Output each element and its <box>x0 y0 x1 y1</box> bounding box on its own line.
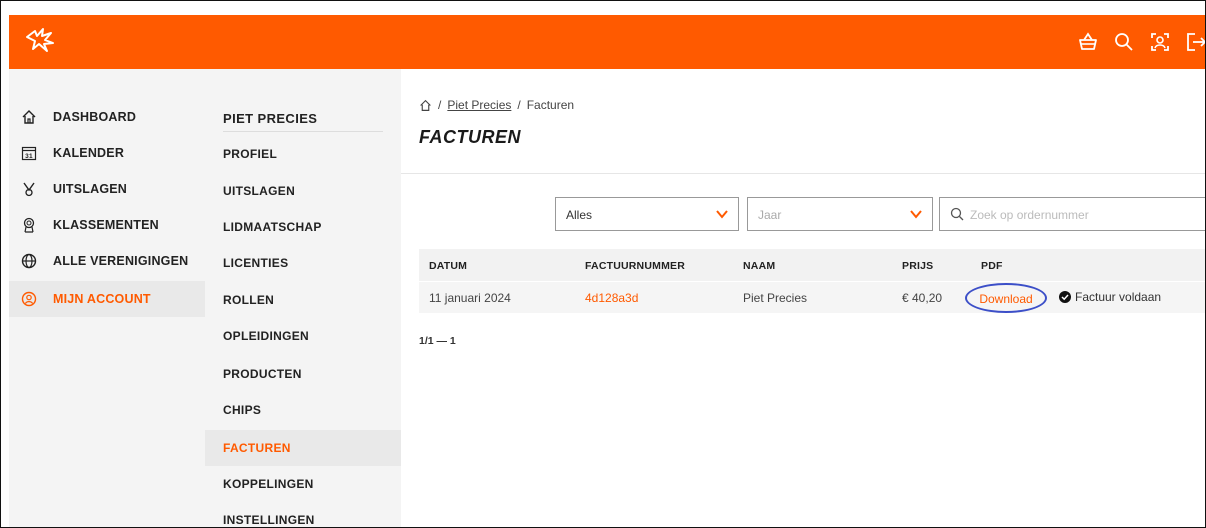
breadcrumb-current: Facturen <box>526 98 575 112</box>
nav-item-kalender[interactable]: 31 KALENDER <box>9 135 205 171</box>
account-icon <box>21 291 37 307</box>
nav-item-label: KLASSEMENTEN <box>53 218 159 232</box>
header-divider <box>401 173 1205 174</box>
chevron-down-icon <box>716 210 728 219</box>
account-submenu: PIET PRECIES PROFIEL UITSLAGEN LIDMAATSC… <box>205 69 401 527</box>
nav-item-label: ALLE VERENIGINGEN <box>53 254 189 268</box>
app-window: DASHBOARD 31 KALENDER UITSLAGEN KLASSEME… <box>0 0 1206 528</box>
home-icon <box>21 109 37 125</box>
breadcrumb-separator: / <box>517 98 521 112</box>
main-content: / Piet Precies / Facturen FACTUREN Alles… <box>401 69 1205 527</box>
breadcrumb-separator: / <box>438 98 442 112</box>
basket-icon[interactable] <box>1077 31 1099 53</box>
payment-status-text: Factuur voldaan <box>1075 290 1162 304</box>
nav-item-label: DASHBOARD <box>53 110 137 124</box>
search-box <box>939 197 1205 231</box>
invoice-number-link[interactable]: 4d128a3d <box>585 291 638 305</box>
submenu-item-rollen[interactable]: ROLLEN <box>205 282 401 318</box>
pagination-info: 1/1 — 1 <box>419 335 456 347</box>
nav-item-uitslagen[interactable]: UITSLAGEN <box>9 171 205 207</box>
nav-item-dashboard[interactable]: DASHBOARD <box>9 99 205 135</box>
sidebar: DASHBOARD 31 KALENDER UITSLAGEN KLASSEME… <box>9 69 205 527</box>
submenu-item-profiel[interactable]: PROFIEL <box>205 136 401 172</box>
table-header: DATUM FACTUURNUMMER NAAM PRIJS PDF <box>419 249 1205 281</box>
submenu-item-chips[interactable]: CHIPS <box>205 392 401 428</box>
invoice-price: € 40,20 <box>902 291 943 305</box>
column-header-pdf: PDF <box>981 260 1003 272</box>
submenu-item-uitslagen[interactable]: UITSLAGEN <box>205 173 401 209</box>
nav-item-mijn-account[interactable]: MIJN ACCOUNT <box>9 281 205 317</box>
nav-item-label: MIJN ACCOUNT <box>53 292 151 306</box>
table-row: 11 januari 2024 4d128a3d Piet Precies € … <box>419 281 1205 313</box>
submenu-divider <box>223 131 383 132</box>
submenu-item-licenties[interactable]: LICENTIES <box>205 245 401 281</box>
search-icon[interactable] <box>1113 31 1135 53</box>
submenu-item-instellingen[interactable]: INSTELLINGEN <box>205 502 401 527</box>
column-header-naam: NAAM <box>743 260 776 272</box>
invoice-date: 11 januari 2024 <box>429 291 511 305</box>
invoices-table: DATUM FACTUURNUMMER NAAM PRIJS PDF 11 ja… <box>419 249 1205 313</box>
submenu-heading: PIET PRECIES <box>223 111 318 126</box>
nav-item-label: UITSLAGEN <box>53 182 128 196</box>
year-select-value: Jaar <box>758 208 782 222</box>
submenu-item-producten[interactable]: PRODUCTEN <box>205 356 401 392</box>
breadcrumb: / Piet Precies / Facturen <box>419 98 574 112</box>
download-annotation-circle: Download <box>965 283 1047 313</box>
medal-icon <box>21 217 37 233</box>
nav-item-label: KALENDER <box>53 146 125 160</box>
home-icon[interactable] <box>419 99 432 112</box>
type-select-value: Alles <box>566 208 593 222</box>
logo-icon[interactable] <box>25 27 55 53</box>
type-select[interactable]: Alles <box>555 197 739 231</box>
breadcrumb-link-profile[interactable]: Piet Precies <box>447 98 511 112</box>
scan-user-icon[interactable] <box>1149 31 1171 53</box>
year-select[interactable]: Jaar <box>747 197 933 231</box>
globe-icon <box>21 253 37 269</box>
download-pdf-link[interactable]: Download <box>967 292 1045 306</box>
top-icons <box>1077 31 1206 55</box>
nav-item-alle-verenigingen[interactable]: ALLE VERENIGINGEN <box>9 243 205 279</box>
nav-item-klassementen[interactable]: KLASSEMENTEN <box>9 207 205 243</box>
submenu-item-lidmaatschap[interactable]: LIDMAATSCHAP <box>205 209 401 245</box>
submenu-item-opleidingen[interactable]: OPLEIDINGEN <box>205 318 401 354</box>
svg-text:31: 31 <box>25 153 33 160</box>
column-header-prijs: PRIJS <box>902 260 934 272</box>
column-header-datum: DATUM <box>429 260 468 272</box>
check-circle-icon <box>1059 291 1071 303</box>
logout-icon[interactable] <box>1185 31 1206 53</box>
chevron-down-icon <box>910 210 922 219</box>
search-icon <box>950 207 964 221</box>
order-search-input[interactable] <box>970 206 1200 224</box>
column-header-factuurnummer: FACTUURNUMMER <box>585 260 686 272</box>
invoice-name: Piet Precies <box>743 291 808 305</box>
submenu-item-facturen[interactable]: FACTUREN <box>205 430 401 466</box>
submenu-item-koppelingen[interactable]: KOPPELINGEN <box>205 466 401 502</box>
top-bar <box>9 15 1206 69</box>
calendar-icon: 31 <box>21 145 37 161</box>
payment-status: Factuur voldaan <box>1059 290 1161 304</box>
page-title: FACTUREN <box>419 127 521 147</box>
stopwatch-icon <box>21 181 37 197</box>
